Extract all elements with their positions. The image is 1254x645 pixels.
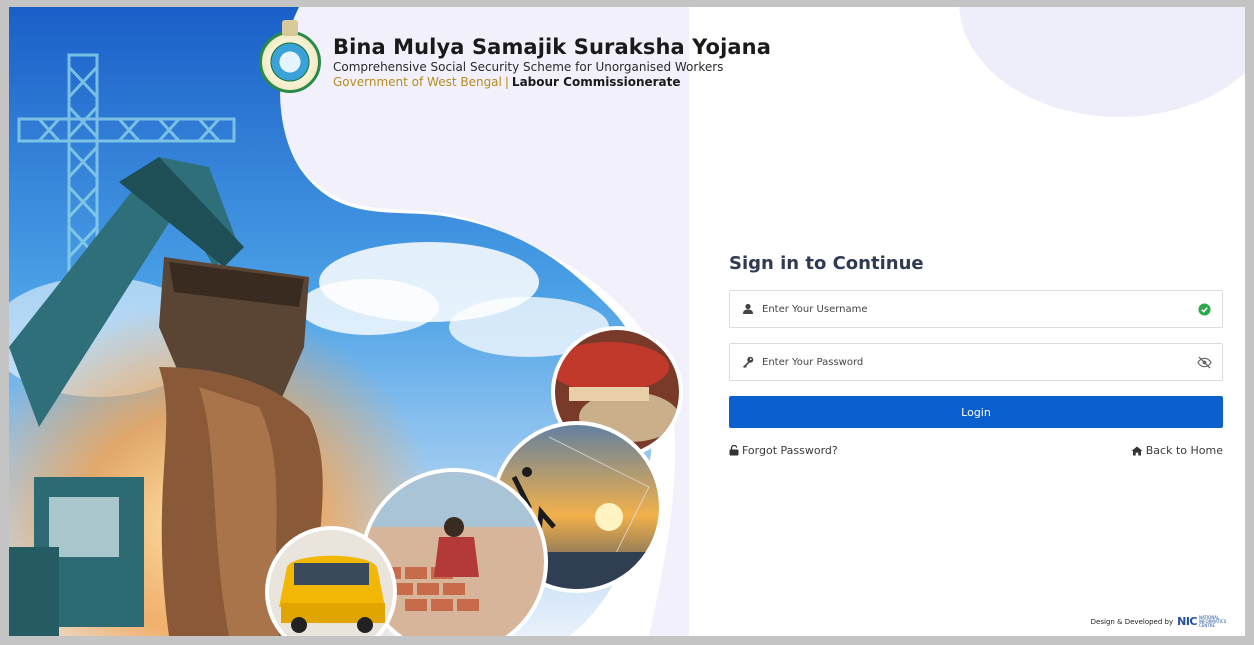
nic-abbrev: NIC: [1177, 615, 1197, 628]
site-affiliation: Government of West Bengal | Labour Commiss…: [333, 75, 771, 89]
back-to-home-label: Back to Home: [1145, 444, 1223, 457]
unlock-icon: [729, 445, 739, 456]
back-to-home-link[interactable]: Back to Home: [1131, 444, 1223, 457]
west-bengal-emblem-icon: [259, 20, 321, 93]
password-field: [729, 343, 1223, 381]
brand-text: Bina Mulya Samajik Suraksha Yojana Compr…: [333, 35, 771, 89]
eye-slash-icon[interactable]: [1196, 354, 1212, 370]
site-subtitle: Comprehensive Social Security Scheme for…: [333, 60, 724, 74]
hero-illustration: [9, 7, 689, 636]
emblem-crest: [282, 20, 298, 36]
footer-credit: Design & Developed by NIC NATIONAL INFOR…: [1091, 615, 1231, 628]
signin-links: Forgot Password? Back to Home: [729, 444, 1223, 457]
forgot-password-link[interactable]: Forgot Password?: [729, 444, 838, 457]
credit-text: Design & Developed by: [1090, 617, 1174, 626]
department-name: Labour Commissionerate: [511, 75, 681, 89]
check-circle-icon: [1196, 301, 1212, 317]
username-input[interactable]: [762, 303, 1196, 315]
signin-form: Sign in to Continue Login: [729, 253, 1223, 457]
decorative-blob: [959, 7, 1245, 117]
forgot-password-label: Forgot Password?: [742, 444, 838, 457]
nic-logo: NIC NATIONAL INFORMATICS CENTRE: [1177, 615, 1231, 628]
hero-collage: [9, 7, 689, 636]
affiliation-separator: |: [504, 75, 509, 89]
brand-header: Bina Mulya Samajik Suraksha Yojana Compr…: [259, 20, 771, 93]
login-page: Bina Mulya Samajik Suraksha Yojana Compr…: [9, 7, 1245, 636]
user-icon: [740, 301, 756, 317]
signin-title: Sign in to Continue: [729, 253, 924, 274]
key-icon: [740, 354, 756, 370]
nic-full-name: NATIONAL INFORMATICS CENTRE: [1199, 614, 1227, 628]
password-input[interactable]: [762, 356, 1196, 368]
login-button[interactable]: Login: [729, 396, 1223, 428]
username-field: [729, 290, 1223, 328]
government-name: Government of West Bengal: [333, 75, 502, 89]
site-title: Bina Mulya Samajik Suraksha Yojana: [333, 35, 771, 59]
home-icon: [1131, 446, 1143, 456]
